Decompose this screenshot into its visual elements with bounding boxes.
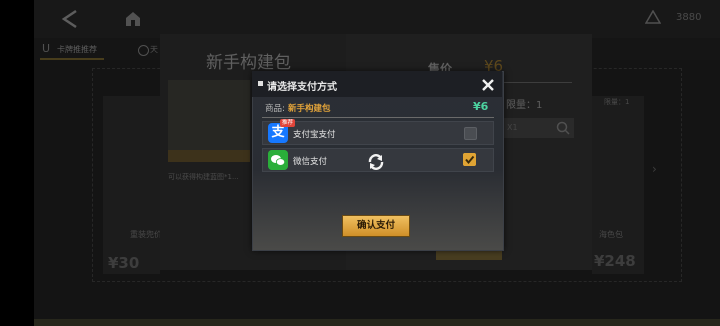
wechat-checkbox[interactable] xyxy=(463,153,476,166)
product-label: 商品: xyxy=(265,104,285,114)
dialog-title: 请选择支付方式 xyxy=(267,82,337,93)
alipay-label: 支付宝支付 xyxy=(293,130,336,140)
wechat-icon xyxy=(268,150,288,170)
confirm-payment-button[interactable]: 确认支付 xyxy=(342,215,410,237)
title-bullet-icon xyxy=(258,81,263,86)
dialog-divider xyxy=(262,117,494,118)
recommend-badge: 推荐 xyxy=(280,119,296,127)
alipay-checkbox[interactable] xyxy=(464,127,477,140)
wechat-label: 微信支付 xyxy=(293,157,328,167)
close-icon[interactable] xyxy=(480,77,496,93)
left-edge-strip xyxy=(0,0,34,326)
product-name: 新手构建包 xyxy=(288,104,331,114)
product-price: ¥6 xyxy=(473,100,489,113)
refresh-icon xyxy=(368,154,384,170)
